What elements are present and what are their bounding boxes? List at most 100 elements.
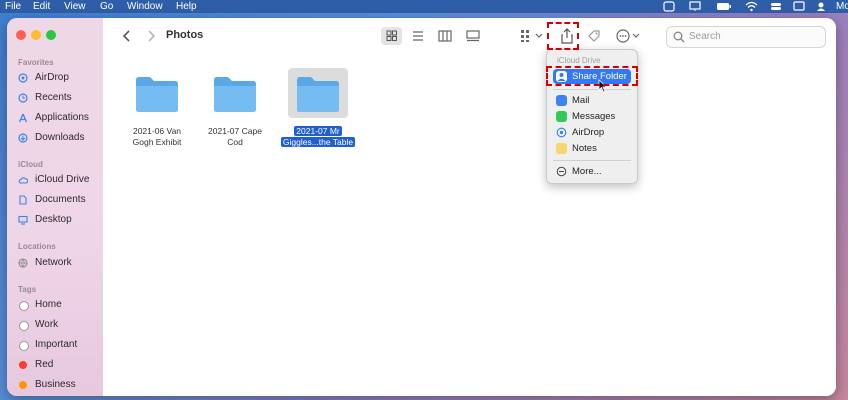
column-view-button[interactable] — [436, 27, 454, 45]
sidebar-item-applications[interactable]: Applications — [18, 110, 102, 126]
zoom-window-button[interactable] — [46, 30, 56, 40]
folder-item-selected[interactable]: 2021-07 Mr Giggles...the Table — [273, 66, 363, 166]
minimize-window-button[interactable] — [31, 30, 41, 40]
menu-bar: File Edit View Go Window Help Mo — [0, 0, 848, 13]
list-view-button[interactable] — [409, 27, 427, 45]
folder-item[interactable]: 2021-07 Cape Cod — [192, 66, 278, 166]
sidebar-header-favorites: Favorites — [18, 58, 54, 67]
share-mail-item[interactable]: Mail — [553, 93, 631, 108]
sidebar-item-downloads[interactable]: Downloads — [18, 130, 102, 146]
sidebar-item-label: AirDrop — [35, 72, 69, 83]
control-center-icon[interactable] — [770, 1, 782, 12]
sidebar-item-label: Desktop — [35, 214, 72, 225]
sidebar-item-desktop[interactable]: Desktop — [18, 212, 102, 228]
search-icon — [673, 31, 685, 43]
sidebar: Favorites AirDrop Recents Applications D… — [7, 18, 103, 396]
sidebar-item-airdrop[interactable]: AirDrop — [18, 70, 102, 86]
sidebar-tag-home[interactable]: Home — [18, 297, 102, 313]
tag-color-dot — [19, 341, 29, 351]
sidebar-tag-red[interactable]: Red — [18, 357, 102, 373]
forward-button[interactable] — [144, 27, 158, 45]
document-icon — [19, 195, 27, 205]
sidebar-tag-work[interactable]: Work — [18, 317, 102, 333]
group-by-button[interactable] — [517, 27, 545, 45]
desktop-icon — [18, 215, 28, 225]
sidebar-item-label: Red — [35, 359, 54, 370]
share-menu-header: iCloud Drive — [557, 56, 601, 65]
folder-name: 2021-07 Mr Giggles...the Table — [280, 126, 356, 147]
share-item-label: More... — [572, 166, 602, 177]
share-item-label: Notes — [572, 143, 597, 154]
user-icon[interactable] — [816, 1, 826, 12]
screen-share-icon[interactable] — [663, 1, 675, 12]
share-more-item[interactable]: More... — [553, 164, 631, 179]
action-menu-button[interactable] — [614, 27, 642, 45]
menu-window[interactable]: Window — [127, 0, 163, 13]
tag-color-dot — [19, 301, 29, 311]
menubar-user-name[interactable]: Mo — [836, 0, 848, 13]
folder-item[interactable]: 2021-06 Van Gogh Exhibit — [114, 66, 200, 166]
share-folder-highlight — [546, 66, 638, 86]
window-title: Photos — [166, 29, 204, 41]
sidebar-item-label: Downloads — [35, 132, 85, 143]
airdrop-icon — [18, 73, 28, 83]
tag-color-dot — [19, 361, 27, 369]
sidebar-item-label: Network — [35, 257, 72, 268]
folder-name: 2021-06 Van Gogh Exhibit — [132, 126, 182, 147]
menu-separator — [553, 160, 631, 161]
wifi-icon[interactable] — [745, 1, 758, 12]
sidebar-tag-important[interactable]: Important — [18, 337, 102, 353]
tag-color-dot — [19, 381, 27, 389]
menu-edit[interactable]: Edit — [33, 0, 50, 13]
icon-view-button[interactable] — [381, 27, 402, 45]
sidebar-item-icloud-drive[interactable]: iCloud Drive — [18, 172, 102, 188]
search-placeholder: Search — [689, 31, 721, 42]
share-airdrop-item[interactable]: AirDrop — [553, 125, 631, 140]
folder-icon — [214, 77, 256, 112]
battery-icon[interactable] — [716, 1, 732, 12]
sidebar-item-documents[interactable]: Documents — [18, 192, 102, 208]
share-item-label: Mail — [572, 95, 590, 106]
notes-icon — [556, 143, 567, 154]
menu-go[interactable]: Go — [100, 0, 113, 13]
sidebar-header-tags: Tags — [18, 285, 37, 294]
sidebar-item-network[interactable]: Network — [18, 255, 102, 271]
sidebar-item-recents[interactable]: Recents — [18, 90, 102, 106]
folder-icon — [297, 77, 339, 112]
sidebar-item-label: Important — [35, 339, 78, 350]
sidebar-header-icloud: iCloud — [18, 160, 43, 169]
share-notes-item[interactable]: Notes — [553, 141, 631, 156]
sidebar-item-label: Work — [35, 319, 59, 330]
sidebar-item-label: Applications — [35, 112, 89, 123]
cast-icon[interactable] — [793, 1, 805, 12]
cloud-icon — [18, 177, 28, 184]
sidebar-item-label: iCloud Drive — [35, 174, 90, 185]
menu-help[interactable]: Help — [176, 0, 197, 13]
applications-icon — [18, 113, 28, 123]
more-icon — [556, 166, 567, 177]
tag-icon[interactable] — [585, 27, 603, 45]
messages-icon — [556, 111, 567, 122]
gallery-view-button[interactable] — [464, 27, 482, 45]
menu-separator — [553, 89, 631, 90]
file-browser: 2021-06 Van Gogh Exhibit 2021-07 Cape Cod … — [103, 54, 836, 396]
finder-window: Favorites AirDrop Recents Applications D… — [7, 18, 836, 396]
tag-color-dot — [19, 321, 29, 331]
clock-icon — [18, 93, 28, 103]
close-window-button[interactable] — [16, 30, 26, 40]
share-button-highlight — [547, 22, 579, 50]
airdrop-icon — [556, 127, 567, 138]
network-icon — [18, 258, 28, 268]
back-button[interactable] — [120, 27, 134, 45]
menu-view[interactable]: View — [64, 0, 86, 13]
display-icon[interactable] — [689, 1, 701, 12]
download-icon — [18, 133, 28, 143]
toolbar: Photos Search — [103, 18, 836, 54]
folder-name: 2021-07 Cape Cod — [208, 126, 262, 147]
search-field[interactable]: Search — [666, 26, 826, 48]
menu-file[interactable]: File — [5, 0, 21, 13]
sidebar-item-label: Documents — [35, 194, 86, 205]
sidebar-tag-business[interactable]: Business — [18, 377, 102, 393]
folder-icon — [136, 77, 178, 112]
share-messages-item[interactable]: Messages — [553, 109, 631, 124]
